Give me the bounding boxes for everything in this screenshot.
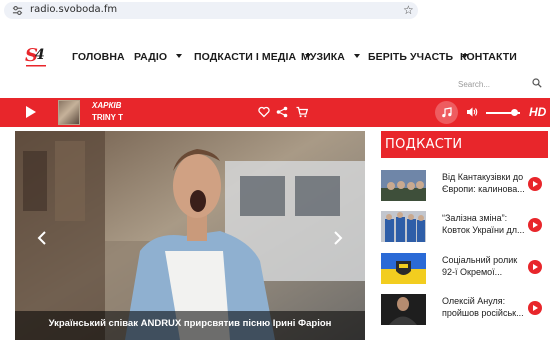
hero-slider[interactable]: Український співак ANDRUX прирсвятив піс… [15, 131, 365, 340]
nav-label: МУЗИКА [301, 51, 345, 63]
site-header: S 4 ГОЛОВНА РАДІО ПОДКАСТИ І МЕДІА МУЗИК… [0, 22, 550, 98]
volume-icon[interactable] [466, 106, 478, 118]
play-icon[interactable] [528, 260, 542, 274]
podcast-title[interactable]: “Залізна зміна”: Ковток України дл... [442, 212, 524, 236]
podcast-thumbnail[interactable] [381, 294, 426, 325]
play-icon[interactable] [528, 177, 542, 191]
podcast-title-line: Ковток України дл... [442, 225, 524, 235]
podcast-item[interactable]: Від Кантакузівки до Європи: калинова... [381, 170, 548, 202]
address-bar[interactable]: radio.svoboda.fm ☆ [4, 2, 418, 19]
track-artwork [58, 100, 80, 125]
radio-player: ХАРКІВ TRINY T HD [0, 98, 550, 127]
svoboda-logo[interactable]: S 4 [24, 42, 48, 70]
podcast-title[interactable]: Від Кантакузівки до Європи: калинова... [442, 171, 524, 195]
nav-label: ГОЛОВНА [72, 51, 125, 63]
podcast-thumbnail[interactable] [381, 170, 426, 201]
nav-item-home[interactable]: ГОЛОВНА [72, 51, 125, 63]
podcast-title[interactable]: Олексій Ануля: пройшов російськ... [442, 295, 524, 319]
browser-bar: radio.svoboda.fm ☆ [0, 0, 550, 22]
podcast-title-line: Від Кантакузівки до [442, 172, 524, 182]
podcast-item[interactable]: Олексій Ануля: пройшов російськ... [381, 294, 548, 326]
url-text[interactable]: radio.svoboda.fm [30, 4, 117, 15]
chevron-right-icon[interactable] [333, 231, 343, 245]
search-input[interactable]: Search... [458, 80, 490, 89]
podcasts-header: ПОДКАСТИ [381, 131, 548, 158]
cart-icon[interactable] [296, 106, 308, 118]
volume-slider-handle[interactable] [511, 109, 518, 116]
podcast-title-line: 92-ї Окремої... [442, 267, 503, 277]
podcast-title-line: Олексій Ануля: [442, 296, 506, 306]
chevron-down-icon [354, 54, 360, 58]
podcast-title-line: “Залізна зміна”: [442, 213, 508, 223]
play-icon[interactable] [528, 301, 542, 315]
share-icon[interactable] [276, 106, 288, 118]
nav-item-radio[interactable]: РАДІО [134, 51, 183, 63]
podcast-thumbnail[interactable] [381, 211, 426, 242]
play-icon[interactable] [528, 218, 542, 232]
station-city: ХАРКІВ [92, 101, 122, 110]
playlist-button[interactable] [435, 101, 458, 124]
podcasts-title: ПОДКАСТИ [385, 137, 463, 152]
podcast-title-line: пройшов російськ... [442, 308, 524, 318]
chevron-left-icon[interactable] [37, 231, 47, 245]
podcast-title-line: Соціальний ролик [442, 255, 518, 265]
play-icon[interactable] [26, 106, 36, 118]
music-note-icon [442, 107, 452, 118]
svg-text:4: 4 [35, 47, 45, 63]
search-icon[interactable] [532, 78, 542, 88]
nav-label: ПОДКАСТИ І МЕДІА [194, 51, 297, 63]
heart-icon[interactable] [258, 106, 270, 118]
podcast-title-line: Європи: калинова... [442, 184, 524, 194]
hd-quality-toggle[interactable]: HD [529, 105, 546, 119]
page: radio.svoboda.fm ☆ S 4 ГОЛОВНА РАДІО ПОД… [0, 0, 550, 345]
podcast-title[interactable]: Соціальний ролик 92-ї Окремої... [442, 254, 524, 278]
hero-image[interactable] [15, 131, 365, 340]
chevron-down-icon [176, 54, 183, 58]
nav-label: БЕРІТЬ УЧАСТЬ [368, 51, 454, 63]
track-title: TRINY T [92, 113, 123, 122]
tune-icon[interactable] [12, 5, 23, 16]
podcast-item[interactable]: Соціальний ролик 92-ї Окремої... [381, 253, 548, 285]
nav-item-participate[interactable]: БЕРІТЬ УЧАСТЬ [368, 51, 469, 63]
nav-label: РАДІО [134, 51, 168, 63]
podcast-item[interactable]: “Залізна зміна”: Ковток України дл... [381, 211, 548, 243]
podcast-thumbnail[interactable] [381, 253, 426, 284]
nav-label: КОНТАКТИ [460, 51, 517, 63]
nav-item-music[interactable]: МУЗИКА [301, 51, 360, 63]
hero-caption[interactable]: Український співак ANDRUX прирсвятив піс… [15, 318, 365, 329]
nav-item-podcasts-media[interactable]: ПОДКАСТИ І МЕДІА [194, 51, 312, 63]
nav-item-contacts[interactable]: КОНТАКТИ [460, 51, 517, 63]
star-icon[interactable]: ☆ [403, 3, 414, 17]
